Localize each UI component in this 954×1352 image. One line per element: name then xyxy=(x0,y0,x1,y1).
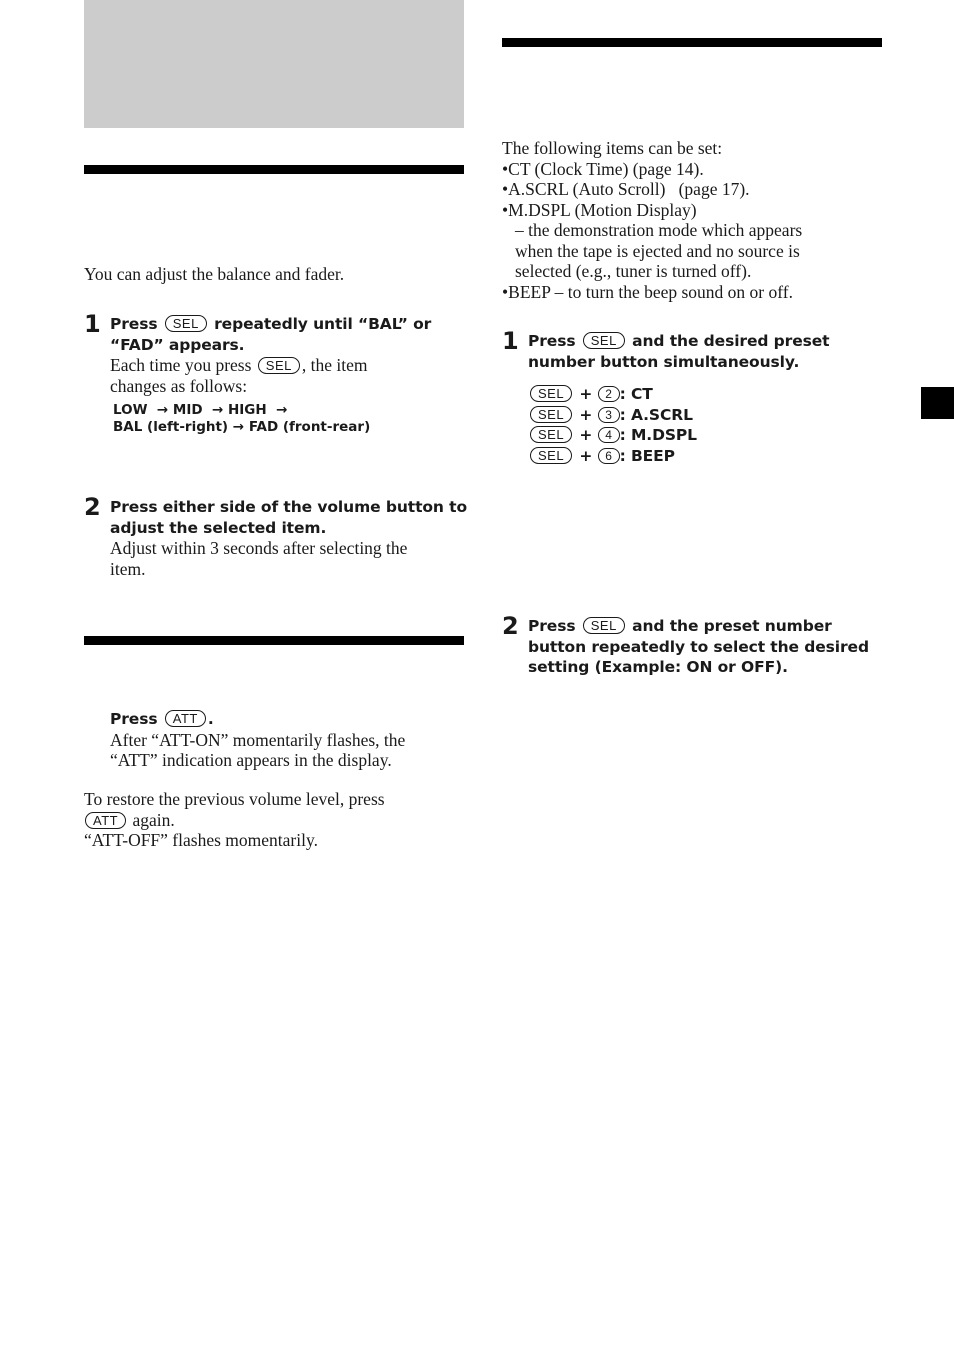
list-item: •BEEP – to turn the beep sound on or off… xyxy=(502,281,793,302)
step-instruction: Press SEL and the preset number xyxy=(528,617,832,635)
key-combo-row: SEL + 3: A.SCRL xyxy=(528,405,888,426)
step-number: 1 xyxy=(84,310,101,338)
step-body-cont: item. xyxy=(110,558,146,579)
section-rule-attenuate xyxy=(84,636,464,645)
key-combo-row: SEL + 2: CT xyxy=(528,384,888,405)
att-key-icon: ATT xyxy=(164,710,206,727)
step-instruction-cont: “FAD” appears. xyxy=(110,335,245,354)
preset-3-key-icon: 3 xyxy=(597,406,620,423)
list-item-desc: selected (e.g., tuner is turned off). xyxy=(515,261,752,281)
att-key-icon: ATT xyxy=(85,811,127,829)
list-item: •CT (Clock Time) (page 14). xyxy=(502,158,704,179)
sequence-line: LOW → MID → HIGH → xyxy=(113,402,288,418)
list-item: •M.DSPL (Motion Display) xyxy=(502,199,697,220)
chapter-tab-marker xyxy=(921,387,954,419)
preset-6-key-icon: 6 xyxy=(597,447,620,464)
preset-4-key-icon: 4 xyxy=(597,427,620,443)
att-restore-note: To restore the previous volume level, pr… xyxy=(84,789,385,850)
step-number: 2 xyxy=(502,612,519,640)
sel-key-icon: SEL xyxy=(530,426,573,443)
step-number: 2 xyxy=(84,493,101,521)
att-step: Press ATT. After “ATT-ON” momentarily fl… xyxy=(110,709,470,771)
preset-2-key-icon: 2 xyxy=(597,386,620,402)
settings-step-1: Press SEL and the desired preset number … xyxy=(528,331,888,466)
step-body-cont: changes as follows: xyxy=(110,375,248,396)
sel-key-icon: SEL xyxy=(257,357,300,374)
section-header-placeholder xyxy=(84,0,464,128)
settings-intro: The following items can be set: xyxy=(502,138,723,158)
settings-intro-block: The following items can be set: •CT (Clo… xyxy=(502,138,882,302)
sel-key-icon: SEL xyxy=(530,405,573,423)
step-body: After “ATT-ON” momentarily flashes, the xyxy=(110,729,406,750)
sel-key-icon: SEL xyxy=(530,446,573,464)
step-instruction: Press either side of the volume button t… xyxy=(110,498,468,516)
step-body: Adjust within 3 seconds after selecting … xyxy=(110,538,408,558)
sel-key-icon: SEL xyxy=(582,332,625,349)
key-combo-row: SEL + 6: BEEP xyxy=(528,446,888,467)
balance-intro: You can adjust the balance and fader. xyxy=(84,264,345,284)
step-instruction-cont: number button simultaneously. xyxy=(528,352,800,371)
sel-key-icon: SEL xyxy=(530,385,573,402)
step-instruction: Press SEL and the desired preset xyxy=(528,332,830,350)
step-instruction: Press ATT. xyxy=(110,710,214,728)
list-item-desc: – the demonstration mode which appears xyxy=(515,220,803,240)
step-instruction: Press SEL repeatedly until “BAL” or xyxy=(110,315,432,333)
balance-step-2: Press either side of the volume button t… xyxy=(110,497,470,579)
section-rule-settings xyxy=(502,38,882,47)
section-rule-balance xyxy=(84,165,464,174)
step-body-cont: “ATT” indication appears in the display. xyxy=(110,750,392,770)
step-instruction-cont: button repeatedly to select the desired xyxy=(528,637,869,656)
list-item-desc: when the tape is ejected and no source i… xyxy=(515,240,800,261)
sel-key-icon: SEL xyxy=(164,315,207,332)
sel-key-icon: SEL xyxy=(582,617,625,634)
step-instruction-cont: setting (Example: ON or OFF). xyxy=(528,658,788,676)
sequence-line: BAL (left-right) → FAD (front-rear) xyxy=(113,418,371,435)
balance-step-1: Press SEL repeatedly until “BAL” or “FAD… xyxy=(110,314,470,435)
step-number: 1 xyxy=(502,327,519,355)
key-combo-list: SEL + 2: CT SEL + 3: A.SCRL SEL + 4: M.D… xyxy=(528,384,888,466)
step-instruction-cont: adjust the selected item. xyxy=(110,518,327,537)
step-body: Each time you press SEL, the item xyxy=(110,355,368,375)
list-item: •A.SCRL (Auto Scroll) (page 17). xyxy=(502,179,750,199)
settings-step-2: Press SEL and the preset number button r… xyxy=(528,616,888,678)
key-combo-row: SEL + 4: M.DSPL xyxy=(528,425,888,446)
